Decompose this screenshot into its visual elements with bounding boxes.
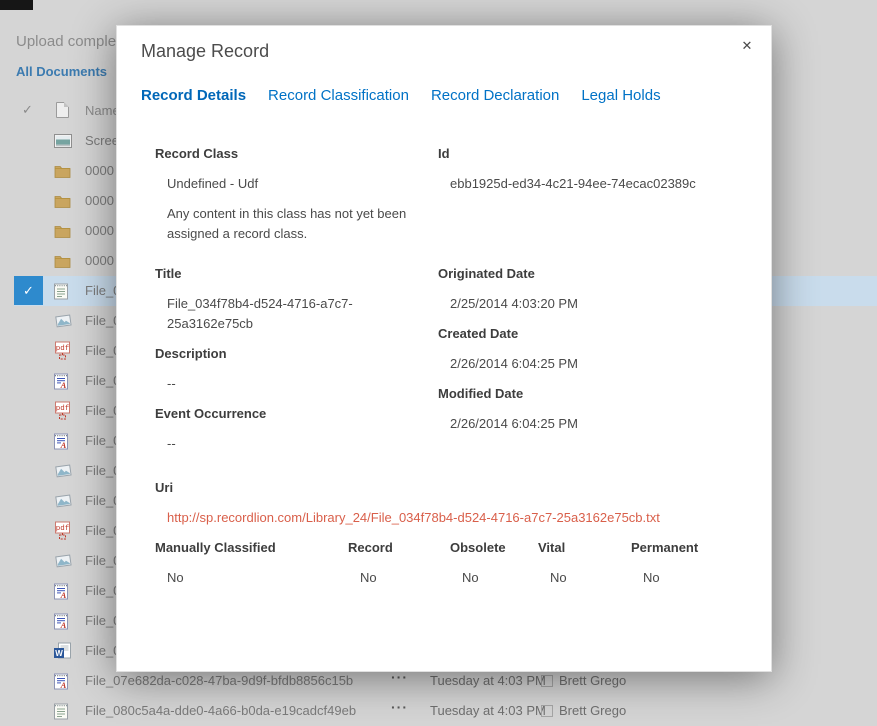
photo-file-icon [54,493,73,510]
record-class-note: Any content in this class has not yet be… [167,204,425,244]
all-documents-link[interactable]: All Documents [16,64,107,79]
flag-vital: Vital No [538,538,631,588]
tab-record-details[interactable]: Record Details [141,87,246,104]
svg-text:W: W [55,649,63,658]
flag-record: Record No [348,538,450,588]
folder-name[interactable]: 0000 [85,193,114,208]
description-value: -- [167,374,438,394]
flag-label: Vital [538,538,631,558]
rtf-file-icon: A [54,583,68,600]
pdf-file-icon: pdf [54,402,71,421]
folder-icon [54,194,71,208]
dialog-title: Manage Record [141,41,269,62]
photo-file-icon [54,553,73,570]
svg-text:pdf: pdf [56,525,70,533]
image-file-icon [54,134,72,148]
upload-status-text: Upload comple [16,33,116,50]
file-name[interactable]: File_07e682da-c028-47ba-9d9f-bfdb8856c15… [85,673,353,688]
modified-date-value: 2/26/2014 6:04:25 PM [450,414,747,434]
modified-by-user[interactable]: Brett Grego [559,703,626,718]
event-occurrence-value: -- [167,434,438,454]
modified-date-label: Modified Date [438,384,747,404]
svg-text:pdf: pdf [56,405,70,413]
flag-label: Obsolete [450,538,538,558]
folder-icon [54,164,71,178]
flag-value: No [550,568,631,588]
txt-file-icon [54,703,68,720]
tab-legal-holds[interactable]: Legal Holds [581,87,660,104]
uri-label: Uri [155,478,747,498]
description-label: Description [155,344,438,364]
flag-label: Record [348,538,450,558]
word-file-icon: W [54,643,71,660]
modified-by-user[interactable]: Brett Grego [559,673,626,688]
presence-indicator-icon [541,675,553,687]
txt-file-icon [54,283,68,300]
flag-obsolete: Obsolete No [450,538,538,588]
rtf-file-icon: A [54,613,68,630]
photo-file-icon [54,463,73,480]
record-details-panel: Record Class Undefined - Udf Any content… [155,144,747,588]
flag-value: No [360,568,450,588]
event-occurrence-label: Event Occurrence [155,404,438,424]
svg-text:A: A [60,380,67,390]
folder-icon [54,224,71,238]
record-flags: Manually ClassifiedNoRecordNoObsoleteNoV… [155,538,747,588]
record-class-label: Record Class [155,144,438,164]
title-label: Title [155,264,438,284]
rtf-file-icon: A [54,373,68,390]
originated-date-label: Originated Date [438,264,747,284]
originated-date-value: 2/25/2014 4:03:20 PM [450,294,747,314]
tab-record-declaration[interactable]: Record Declaration [431,87,559,104]
svg-text:A: A [60,440,67,450]
flag-value: No [167,568,348,588]
black-bar [0,0,33,10]
folder-name[interactable]: 0000 [85,163,114,178]
pdf-file-icon: pdf [54,522,71,541]
record-class-value: Undefined - Udf [167,174,438,194]
id-label: Id [438,144,747,164]
folder-name[interactable]: 0000 [85,253,114,268]
flag-value: No [462,568,538,588]
flag-label: Manually Classified [155,538,348,558]
photo-file-icon [54,313,73,330]
selected-row-checkbox[interactable]: ✓ [14,276,43,305]
file-row[interactable]: File_080c5a4a-dde0-4a66-b0da-e19cadcf49e… [0,696,877,726]
folder-icon [54,254,71,268]
ellipsis-menu-icon[interactable]: ··· [391,699,408,715]
folder-name[interactable]: 0000 [85,223,114,238]
svg-text:A: A [60,620,67,630]
select-all-check-icon[interactable]: ✓ [22,102,33,118]
manage-record-dialog: ✕ Manage Record Record Details Record Cl… [116,25,772,672]
rtf-file-icon: A [54,433,68,450]
rtf-file-icon: A [54,673,68,690]
flag-value: No [643,568,747,588]
flag-label: Permanent [631,538,747,558]
document-type-column-icon [56,102,69,118]
flag-manually-classified: Manually Classified No [155,538,348,588]
id-value: ebb1925d-ed34-4c21-94ee-74ecac02389c [450,174,747,194]
svg-text:A: A [60,590,67,600]
created-date-value: 2/26/2014 6:04:25 PM [450,354,747,374]
created-date-label: Created Date [438,324,747,344]
modified-date: Tuesday at 4:03 PM [430,673,546,688]
presence-indicator-icon [541,705,553,717]
modified-date: Tuesday at 4:03 PM [430,703,546,718]
pdf-file-icon: pdf [54,342,71,361]
svg-text:pdf: pdf [56,345,70,353]
name-column-header[interactable]: Name [85,103,120,118]
dialog-tabs: Record Details Record Classification Rec… [141,87,661,104]
svg-text:A: A [60,680,67,690]
file-name[interactable]: Scree [85,133,119,148]
tab-record-classification[interactable]: Record Classification [268,87,409,104]
file-name[interactable]: File_080c5a4a-dde0-4a66-b0da-e19cadcf49e… [85,703,356,718]
close-icon[interactable]: ✕ [738,37,756,55]
title-value: File_034f78b4-d524-4716-a7c7-25a3162e75c… [167,294,392,334]
uri-link[interactable]: http://sp.recordlion.com/Library_24/File… [167,508,747,528]
flag-permanent: Permanent No [631,538,747,588]
